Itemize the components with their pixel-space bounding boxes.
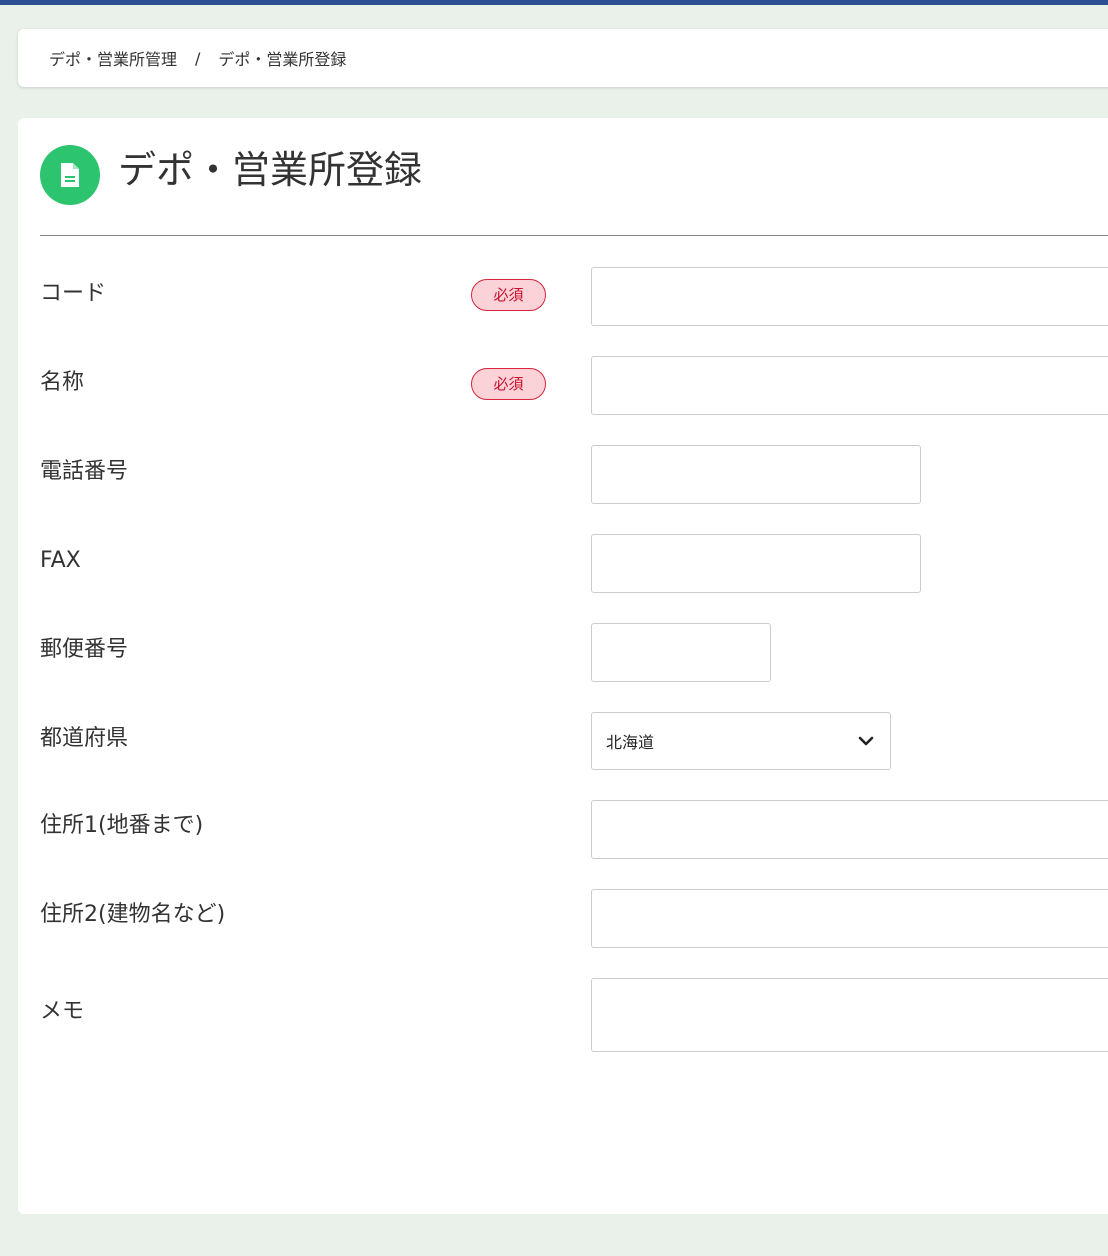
- breadcrumb-link-depot-management[interactable]: デポ・営業所管理: [49, 46, 177, 70]
- address1-label: 住所1(地番まで): [40, 813, 204, 838]
- page-title: デポ・営業所登録: [118, 148, 423, 192]
- memo-textarea[interactable]: [591, 978, 1108, 1052]
- memo-label: メモ: [40, 999, 85, 1024]
- form-panel: デポ・営業所登録 コード 必須 名称 必須 電話番号 FAX 郵便番号 都道府県…: [18, 118, 1108, 1214]
- document-icon: [40, 145, 100, 205]
- required-badge: 必須: [471, 279, 546, 311]
- form-row-address2: 住所2(建物名など): [40, 889, 1108, 948]
- name-input[interactable]: [591, 356, 1108, 415]
- fax-input[interactable]: [591, 534, 921, 593]
- code-label: コード: [40, 281, 107, 306]
- phone-label: 電話番号: [40, 459, 129, 484]
- title-divider: [40, 235, 1108, 236]
- code-input[interactable]: [591, 267, 1108, 326]
- address2-label: 住所2(建物名など): [40, 902, 226, 927]
- phone-input[interactable]: [591, 445, 921, 504]
- address1-input[interactable]: [591, 800, 1108, 859]
- form-row-phone: 電話番号: [40, 445, 1108, 504]
- postal-code-input[interactable]: [591, 623, 771, 682]
- form-row-postal-code: 郵便番号: [40, 623, 1108, 682]
- breadcrumb-separator: /: [195, 48, 201, 68]
- form-row-name: 名称 必須: [40, 356, 1108, 415]
- address2-input[interactable]: [591, 889, 1108, 948]
- form-row-prefecture: 都道府県 北海道: [40, 712, 1108, 770]
- fax-label: FAX: [40, 548, 81, 573]
- prefecture-label: 都道府県: [40, 726, 129, 751]
- postal-code-label: 郵便番号: [40, 637, 129, 662]
- form-row-address1: 住所1(地番まで): [40, 800, 1108, 859]
- form-row-code: コード 必須: [40, 267, 1108, 326]
- chevron-down-icon: [856, 731, 876, 751]
- prefecture-select[interactable]: 北海道: [591, 712, 891, 770]
- form-row-memo: メモ: [40, 978, 1108, 1052]
- prefecture-selected-value: 北海道: [606, 733, 655, 752]
- breadcrumb-current: デポ・営業所登録: [218, 50, 347, 69]
- name-label: 名称: [40, 370, 85, 395]
- top-bar: [0, 0, 1108, 5]
- form-row-fax: FAX: [40, 534, 1108, 593]
- required-badge: 必須: [471, 368, 546, 400]
- breadcrumb: デポ・営業所管理 / デポ・営業所登録: [18, 29, 1108, 87]
